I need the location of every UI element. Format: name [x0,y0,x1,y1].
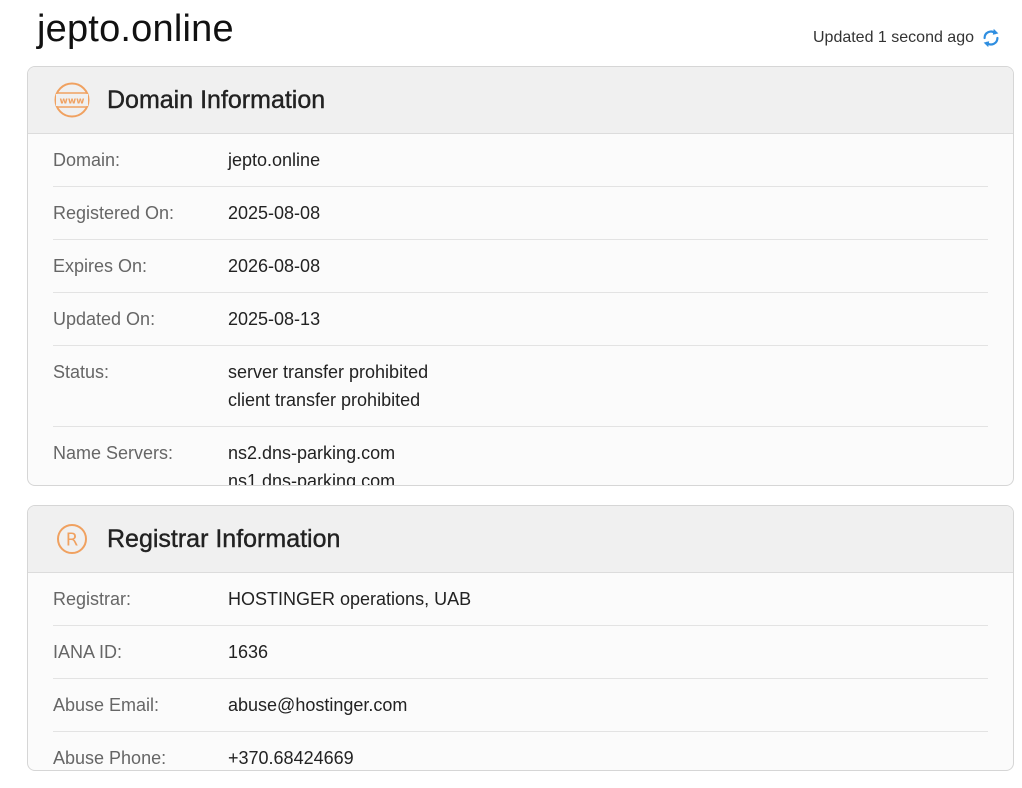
updated-status: Updated 1 second ago [813,27,1002,49]
row-expires-on: Expires On: 2026-08-08 [53,240,988,293]
row-value: 2026-08-08 [228,256,321,276]
row-value: 2025-08-08 [228,203,321,223]
refresh-icon[interactable] [980,27,1002,49]
www-icon: www [53,81,91,119]
domain-information-header: www Domain Information [28,67,1013,134]
row-registered-on: Registered On: 2025-08-08 [53,187,988,240]
registrar-information-title: Registrar Information [107,524,341,553]
row-label: Registered On: [53,203,175,223]
updated-text: Updated 1 second ago [812,29,974,46]
row-value: 1636 [228,642,269,662]
row-label: Name Servers: [53,443,174,463]
row-label: Domain: [53,150,121,170]
name-server-values: ns2.dns-parking.com ns1.dns-parking.com [228,439,396,486]
registrar-information-header: R Registrar Information [28,506,1013,573]
row-label: Registrar: [53,589,132,609]
row-domain: Domain: jepto.online [53,134,988,187]
page-title: jepto.online [37,8,234,50]
row-label: Updated On: [53,309,156,329]
row-iana-id: IANA ID: 1636 [53,626,988,679]
row-value: 2025-08-13 [228,309,321,329]
row-value: +370.68424669 [228,748,354,768]
row-abuse-phone: Abuse Phone: +370.68424669 [53,732,988,770]
row-updated-on: Updated On: 2025-08-13 [53,293,988,346]
row-name-servers: Name Servers: ns2.dns-parking.com ns1.dn… [53,427,988,486]
row-registrar: Registrar: HOSTINGER operations, UAB [53,573,988,626]
row-label: Abuse Email: [53,695,160,715]
name-server: ns2.dns-parking.com [228,443,396,463]
svg-text:R: R [66,530,79,551]
svg-text:www: www [60,97,85,107]
name-server: ns1.dns-parking.com [228,471,396,486]
registrar-information-card: R Registrar Information Registrar: HOSTI… [27,505,1014,771]
domain-information-card: www Domain Information Domain: jepto.onl… [27,66,1014,486]
status-values: server transfer prohibited client transf… [228,358,428,414]
status-value: server transfer prohibited [228,362,429,382]
domain-information-title: Domain Information [107,85,326,114]
row-value: jepto.online [228,150,321,170]
row-label: Status: [53,362,110,382]
row-status: Status: server transfer prohibited clien… [53,346,988,427]
row-label: Abuse Phone: [53,748,167,768]
row-value: HOSTINGER operations, UAB [228,589,472,609]
row-label: IANA ID: [53,642,123,662]
row-label: Expires On: [53,256,148,276]
status-value: client transfer prohibited [228,390,421,410]
row-value: abuse@hostinger.com [228,695,408,715]
row-abuse-email: Abuse Email: abuse@hostinger.com [53,679,988,732]
registered-icon: R [53,520,91,558]
